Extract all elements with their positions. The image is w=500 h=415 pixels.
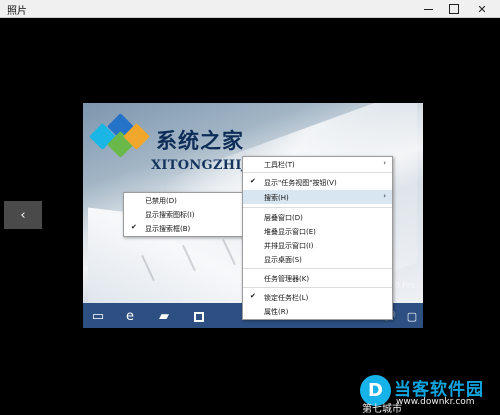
menu-separator	[243, 268, 392, 269]
menu-item-label: 堆叠显示窗口(E)	[264, 228, 316, 236]
store-square	[194, 311, 204, 322]
menu-separator	[243, 287, 392, 288]
menu-item-stack[interactable]: 堆叠显示窗口(E)	[243, 224, 392, 238]
submenu-item-show-search-box[interactable]: ✔ 显示搜索框(B)	[124, 221, 243, 235]
check-icon: ✔	[250, 292, 256, 300]
check-icon: ✔	[131, 223, 137, 231]
check-icon: ✔	[250, 177, 256, 185]
menu-item-label: 工具栏(T)	[264, 161, 295, 169]
menu-item-label: 属性(R)	[264, 308, 289, 316]
menu-item-cascade[interactable]: 层叠窗口(D)	[243, 210, 392, 224]
site-watermark: D 当客软件园 第七城市 www.downkr.com	[360, 372, 500, 415]
menu-item-label: 锁定任务栏(L)	[264, 294, 309, 302]
submenu-item-disabled[interactable]: 已禁用(D)	[124, 193, 243, 207]
minimize-button[interactable]	[416, 0, 440, 18]
search-submenu: 已禁用(D) 显示搜索图标(I) ✔ 显示搜索框(B)	[123, 192, 244, 237]
title-bar: 照片 ✕	[0, 0, 500, 18]
brand-logo	[89, 113, 150, 161]
menu-item-show-desktop[interactable]: 显示桌面(S)	[243, 252, 392, 266]
menu-separator	[243, 172, 392, 173]
menu-item-label: 并排显示窗口(I)	[264, 242, 314, 250]
menu-item-label: 已禁用(D)	[145, 197, 177, 205]
menu-item-lock-taskbar[interactable]: ✔ 锁定任务栏(L)	[243, 290, 392, 304]
photos-window: 照片 ✕ ‹ 系统之家 XITONGZHIJIA.NET 10 Pro ▭ e …	[0, 0, 500, 415]
menu-item-label: 任务管理器(K)	[264, 275, 310, 283]
menu-item-label: 显示搜索图标(I)	[145, 211, 195, 219]
close-button[interactable]: ✕	[470, 0, 494, 18]
menu-item-task-manager[interactable]: 任务管理器(K)	[243, 271, 392, 285]
watermark-url: www.downkr.com	[396, 397, 475, 407]
submenu-item-show-search-icon[interactable]: 显示搜索图标(I)	[124, 207, 243, 221]
maximize-button[interactable]	[442, 0, 466, 18]
chevron-right-icon: ›	[383, 159, 386, 167]
menu-item-task-view[interactable]: ✔ 显示"任务视图"按钮(V)	[243, 175, 392, 189]
start-button[interactable]: ▭	[87, 308, 109, 325]
menu-item-label: 层叠窗口(D)	[264, 214, 303, 222]
chevron-right-icon: ›	[383, 192, 386, 200]
store-icon[interactable]	[188, 308, 210, 325]
file-explorer-icon[interactable]: ▰	[153, 308, 175, 325]
menu-item-label: 显示桌面(S)	[264, 256, 302, 264]
menu-item-label: 显示"任务视图"按钮(V)	[264, 179, 337, 187]
menu-separator	[243, 207, 392, 208]
menu-item-search[interactable]: 搜索(H) ›	[243, 190, 392, 204]
brand-title: 系统之家	[156, 128, 244, 153]
menu-item-properties[interactable]: 属性(R)	[243, 304, 392, 318]
previous-photo-button[interactable]: ‹	[4, 201, 42, 229]
window-title: 照片	[7, 6, 27, 17]
menu-item-toolbars[interactable]: 工具栏(T) ›	[243, 157, 392, 171]
action-center-icon[interactable]: ▢	[401, 308, 423, 325]
menu-item-label: 搜索(H)	[264, 194, 289, 202]
chevron-left-icon: ‹	[20, 207, 26, 223]
desktop-watermark: 10 Pro	[389, 281, 415, 290]
internet-explorer-icon[interactable]: e	[119, 308, 141, 325]
taskbar-context-menu: 工具栏(T) › ✔ 显示"任务视图"按钮(V) 搜索(H) › 层叠窗口(D)…	[242, 156, 393, 320]
menu-item-label: 显示搜索框(B)	[145, 225, 191, 233]
menu-item-side-by-side[interactable]: 并排显示窗口(I)	[243, 238, 392, 252]
